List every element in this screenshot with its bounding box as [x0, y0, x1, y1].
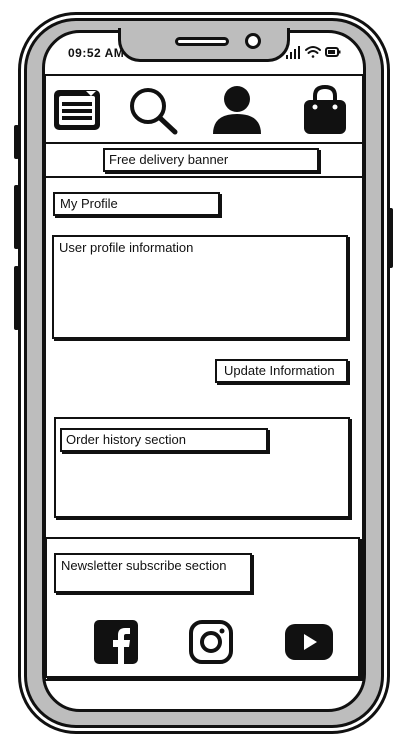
order-history-label: Order history section: [66, 432, 186, 447]
nav-divider: [44, 142, 364, 144]
content-right-border: [362, 74, 364, 680]
profile-info-label: User profile information: [59, 240, 194, 255]
wifi-icon: [305, 46, 321, 58]
search-icon[interactable]: [127, 86, 179, 136]
profile-title: My Profile: [60, 196, 118, 211]
phone-side-button-left-2: [14, 185, 19, 249]
instagram-icon[interactable]: [189, 620, 233, 664]
menu-icon[interactable]: [52, 87, 102, 133]
speaker: [175, 37, 229, 46]
shopping-bag-icon[interactable]: [302, 84, 348, 136]
facebook-icon[interactable]: [94, 620, 138, 664]
status-time: 09:52 AM: [68, 46, 125, 60]
phone-side-button-left-3: [14, 266, 19, 330]
status-divider: [44, 74, 364, 76]
phone-side-button-right: [388, 208, 393, 268]
signal-icon: [286, 46, 300, 59]
banner-divider: [44, 176, 364, 178]
status-icons: [286, 46, 341, 59]
bottom-divider: [44, 679, 364, 681]
camera: [245, 33, 261, 49]
profile-icon[interactable]: [211, 84, 263, 136]
phone-side-button-left-1: [14, 125, 19, 159]
battery-icon: [325, 47, 341, 57]
newsletter-label: Newsletter subscribe section: [61, 558, 227, 573]
youtube-icon[interactable]: [285, 624, 333, 660]
update-button-label: Update Information: [224, 363, 335, 378]
banner-label: Free delivery banner: [109, 152, 229, 167]
